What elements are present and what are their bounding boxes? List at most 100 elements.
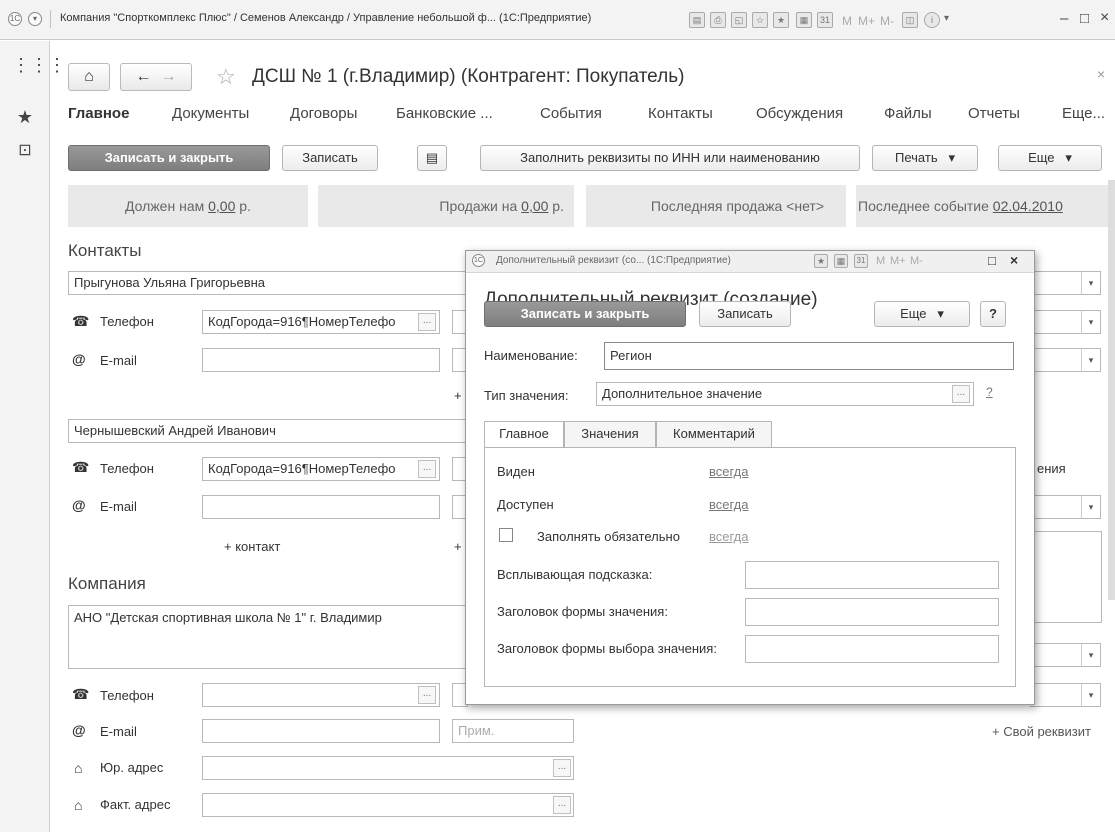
memory-plus-button[interactable]: M+ bbox=[858, 14, 875, 28]
own-attribute-link[interactable]: + Свой реквизит bbox=[992, 724, 1091, 739]
more-button[interactable]: Еще ▾ bbox=[998, 145, 1102, 171]
type-choose-button[interactable]: ... bbox=[952, 385, 970, 403]
form-scrollbar[interactable] bbox=[1108, 180, 1115, 600]
legal-address-field[interactable] bbox=[202, 756, 574, 780]
tab-bank[interactable]: Банковские ... bbox=[396, 105, 493, 122]
legal-address-choose-button[interactable]: ... bbox=[553, 759, 571, 777]
contact2-phone-field[interactable]: КодГорода=916¶НомерТелефо bbox=[202, 457, 440, 481]
panels-icon[interactable]: ◫ bbox=[902, 12, 918, 28]
tab-more[interactable]: Еще... bbox=[1062, 105, 1105, 122]
type-help-link[interactable]: ? bbox=[986, 385, 993, 399]
choice-form-title-field[interactable] bbox=[745, 635, 999, 663]
right-field-2[interactable] bbox=[1030, 310, 1082, 334]
fill-by-inn-button[interactable]: Заполнить реквизиты по ИНН или наименова… bbox=[480, 145, 860, 171]
required-checkbox[interactable] bbox=[499, 528, 513, 542]
right-field-6[interactable] bbox=[1030, 683, 1082, 707]
tab-discussions[interactable]: Обсуждения bbox=[756, 105, 843, 122]
dialog-maximize-button[interactable]: □ bbox=[988, 253, 996, 268]
dialog-save-close-button[interactable]: Записать и закрыть bbox=[484, 301, 686, 327]
owes-us-value[interactable]: 0,00 bbox=[208, 198, 235, 214]
favorites-list-icon[interactable]: ★ bbox=[773, 12, 789, 28]
actual-address-choose-button[interactable]: ... bbox=[553, 796, 571, 814]
tab-files[interactable]: Файлы bbox=[884, 105, 932, 122]
close-window-button[interactable]: × bbox=[1100, 9, 1109, 27]
company-phone-field[interactable] bbox=[202, 683, 440, 707]
dialog-favorite-icon[interactable]: ★ bbox=[814, 254, 828, 268]
name-field[interactable]: Регион bbox=[604, 342, 1014, 370]
preview-icon[interactable]: ◱ bbox=[731, 12, 747, 28]
contact2-name-field[interactable]: Чернышевский Андрей Иванович bbox=[68, 419, 468, 443]
dialog-close-button[interactable]: × bbox=[1010, 252, 1018, 268]
dialog-memory-minus-button[interactable]: M- bbox=[910, 255, 923, 267]
maximize-button[interactable]: □ bbox=[1080, 10, 1089, 27]
contact1-name-field[interactable]: Прыгунова Ульяна Григорьевна bbox=[68, 271, 468, 295]
favorite-icon[interactable]: ☆ bbox=[752, 12, 768, 28]
right-dropdown-6[interactable]: ▾ bbox=[1081, 683, 1101, 707]
minimize-button[interactable]: – bbox=[1060, 10, 1068, 27]
company-phone-choose-button[interactable]: ... bbox=[418, 686, 436, 704]
value-form-title-field[interactable] bbox=[745, 598, 999, 626]
dialog-tab-main[interactable]: Главное bbox=[484, 421, 564, 448]
owes-us-panel[interactable]: Должен нам 0,00 р. bbox=[68, 185, 308, 227]
right-field-1[interactable] bbox=[1030, 271, 1082, 295]
right-dropdown-4[interactable]: ▾ bbox=[1081, 495, 1101, 519]
contact1-add-button[interactable]: + bbox=[454, 388, 462, 403]
memory-button[interactable]: M bbox=[842, 14, 852, 28]
required-value-link[interactable]: всегда bbox=[709, 529, 748, 544]
main-menu-icon[interactable]: ▾ bbox=[28, 12, 42, 26]
last-event-value[interactable]: 02.04.2010 bbox=[993, 198, 1063, 214]
type-field[interactable]: Дополнительное значение bbox=[596, 382, 974, 406]
sales-value[interactable]: 0,00 bbox=[521, 198, 548, 214]
back-forward-buttons[interactable]: ← → bbox=[120, 63, 192, 91]
document-icon[interactable]: ▤ bbox=[417, 145, 447, 171]
dialog-memory-button[interactable]: M bbox=[876, 255, 885, 267]
dialog-more-button[interactable]: Еще ▾ bbox=[874, 301, 970, 327]
dialog-calendar-icon[interactable]: 31 bbox=[854, 254, 868, 268]
contact2-phone-choose-button[interactable]: ... bbox=[418, 460, 436, 478]
last-sale-panel[interactable]: Последняя продажа <нет> bbox=[586, 185, 846, 227]
save-icon[interactable]: ▤ bbox=[689, 12, 705, 28]
save-close-button[interactable]: Записать и закрыть bbox=[68, 145, 270, 171]
memory-minus-button[interactable]: M- bbox=[880, 14, 894, 28]
info-dropdown-icon[interactable]: ▾ bbox=[944, 13, 949, 24]
home-button[interactable]: ⌂ bbox=[68, 63, 110, 91]
favorite-star-icon[interactable]: ☆ bbox=[216, 64, 236, 90]
company-name-field[interactable]: АНО "Детская спортивная школа № 1" г. Вл… bbox=[68, 605, 468, 669]
right-dropdown-3[interactable]: ▾ bbox=[1081, 348, 1101, 372]
dialog-tab-comment[interactable]: Комментарий bbox=[656, 421, 772, 447]
last-event-panel[interactable]: Последнее событие 02.04.2010 bbox=[856, 185, 1108, 227]
contact1-phone-choose-button[interactable]: ... bbox=[418, 313, 436, 331]
right-field-3[interactable] bbox=[1030, 348, 1082, 372]
info-icon[interactable]: i bbox=[924, 12, 940, 28]
tooltip-field[interactable] bbox=[745, 561, 999, 589]
right-field-4[interactable] bbox=[1030, 495, 1082, 519]
favorites-star-icon[interactable]: ★ bbox=[12, 105, 38, 129]
sales-panel[interactable]: Продажи на 0,00 р. bbox=[318, 185, 574, 227]
sections-menu-icon[interactable]: ⋮⋮⋮ bbox=[12, 53, 66, 77]
dialog-app-icon[interactable]: 1C bbox=[472, 254, 485, 267]
right-field-5[interactable] bbox=[1030, 643, 1082, 667]
calculator-icon[interactable]: ▦ bbox=[796, 12, 812, 28]
tab-main[interactable]: Главное bbox=[68, 105, 129, 122]
available-value-link[interactable]: всегда bbox=[709, 497, 748, 512]
visible-value-link[interactable]: всегда bbox=[709, 464, 748, 479]
dialog-tab-values[interactable]: Значения bbox=[564, 421, 656, 447]
dialog-memory-plus-button[interactable]: M+ bbox=[890, 255, 906, 267]
calendar-icon[interactable]: 31 bbox=[817, 12, 833, 28]
right-dropdown-1[interactable]: ▾ bbox=[1081, 271, 1101, 295]
tab-contacts[interactable]: Контакты bbox=[648, 105, 713, 122]
actual-address-field[interactable] bbox=[202, 793, 574, 817]
tab-documents[interactable]: Документы bbox=[172, 105, 249, 122]
contact1-phone-field[interactable]: КодГорода=916¶НомерТелефо bbox=[202, 310, 440, 334]
company-email-field[interactable] bbox=[202, 719, 440, 743]
tab-contracts[interactable]: Договоры bbox=[290, 105, 357, 122]
save-button[interactable]: Записать bbox=[282, 145, 378, 171]
right-dropdown-5[interactable]: ▾ bbox=[1081, 643, 1101, 667]
right-textarea[interactable] bbox=[1030, 531, 1102, 623]
dialog-help-button[interactable]: ? bbox=[980, 301, 1006, 327]
contact1-email-field[interactable] bbox=[202, 348, 440, 372]
company-email-note-field[interactable]: Прим. bbox=[452, 719, 574, 743]
dialog-calculator-icon[interactable]: ▦ bbox=[834, 254, 848, 268]
tab-events[interactable]: События bbox=[540, 105, 602, 122]
close-form-icon[interactable]: × bbox=[1097, 66, 1105, 82]
